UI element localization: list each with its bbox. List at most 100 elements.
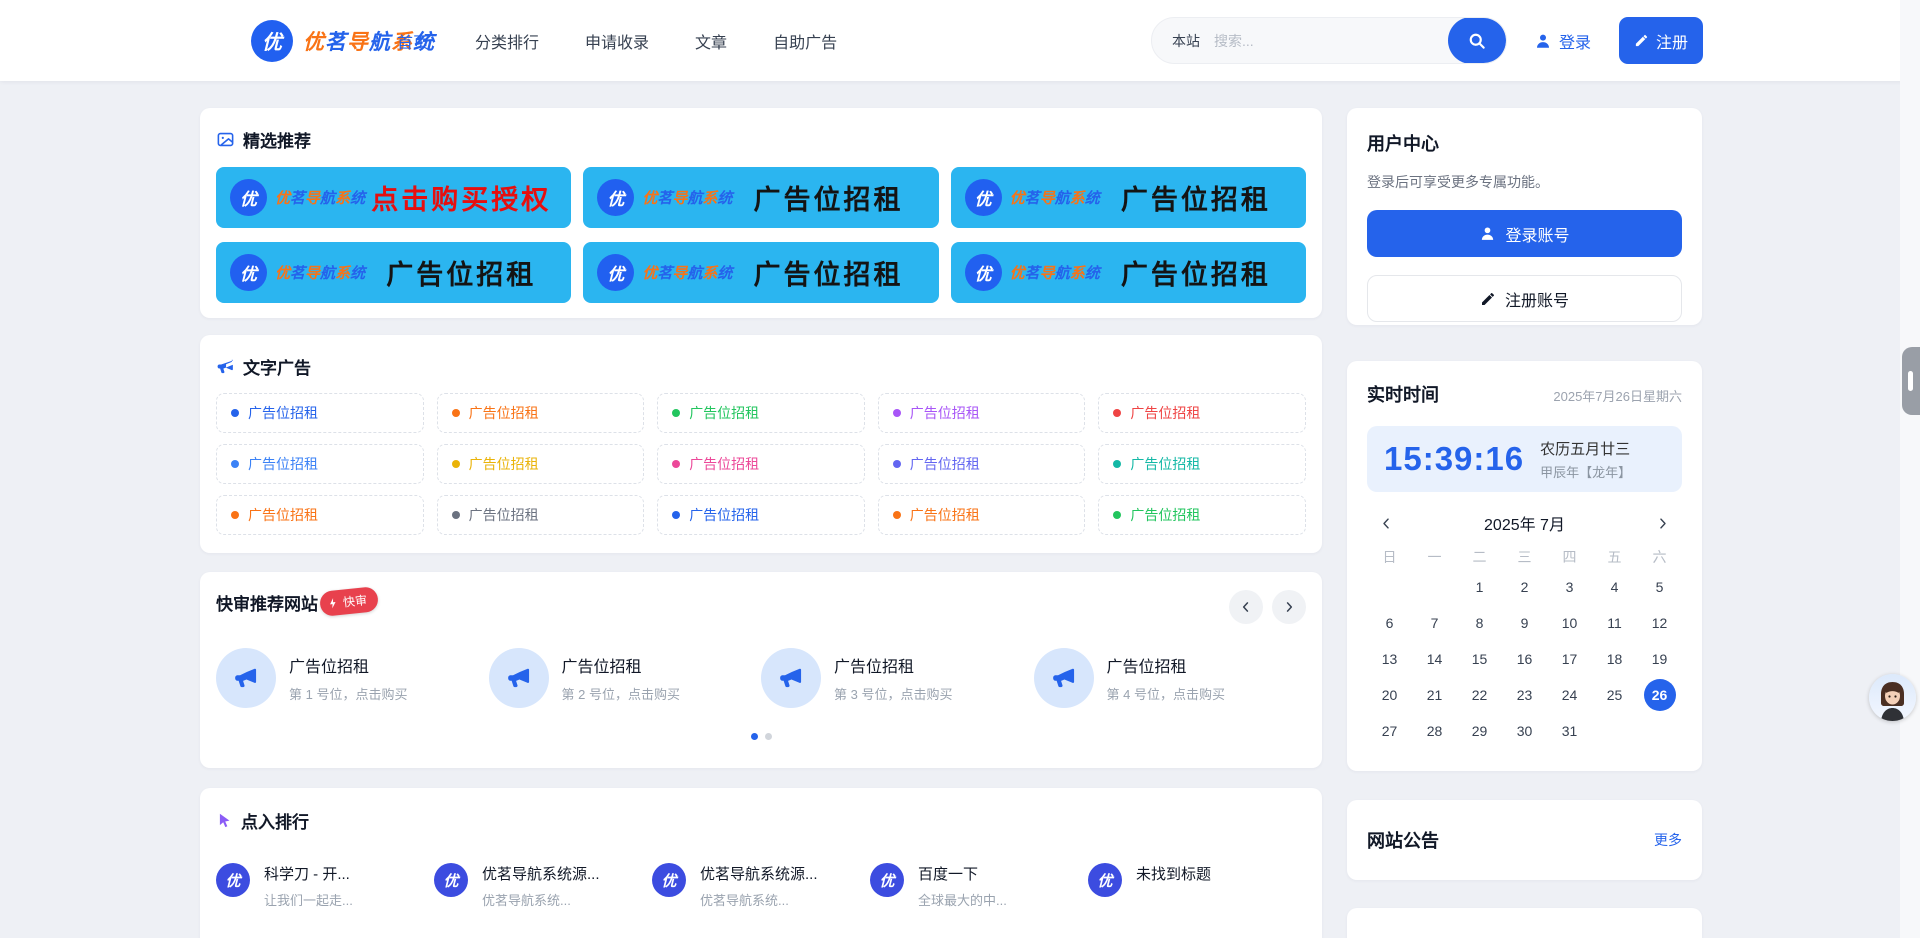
ad-banner[interactable]: 优优茗导航系统广告位招租 xyxy=(951,167,1306,228)
calendar-day[interactable]: 6 xyxy=(1367,605,1412,641)
rank-item[interactable]: 优优茗导航系统源...优茗导航系统... xyxy=(434,863,652,909)
calendar-day[interactable]: 31 xyxy=(1547,713,1592,749)
calendar-day[interactable]: 1 xyxy=(1457,569,1502,605)
calendar-day[interactable]: 23 xyxy=(1502,677,1547,713)
calendar-day[interactable]: 4 xyxy=(1592,569,1637,605)
text-ad-item[interactable]: 广告位招租 xyxy=(1098,444,1306,484)
rank-item[interactable]: 优科学刀 - 开...让我们一起走... xyxy=(216,863,434,909)
text-ad-item[interactable]: 广告位招租 xyxy=(216,495,424,535)
text-ad-item[interactable]: 广告位招租 xyxy=(437,444,645,484)
calendar-day[interactable]: 22 xyxy=(1457,677,1502,713)
calendar-day[interactable]: 21 xyxy=(1412,677,1457,713)
nav-item-自助广告[interactable]: 自助广告 xyxy=(773,29,837,53)
click-rank-section: 点入排行 优科学刀 - 开...让我们一起走...优优茗导航系统源...优茗导航… xyxy=(200,788,1322,938)
text-ad-item[interactable]: 广告位招租 xyxy=(657,444,865,484)
calendar-day[interactable]: 5 xyxy=(1637,569,1682,605)
assistant-mascot[interactable] xyxy=(1869,674,1916,721)
text-ad-item[interactable]: 广告位招租 xyxy=(216,393,424,433)
calendar-day[interactable]: 10 xyxy=(1547,605,1592,641)
site-logo-icon: 优 xyxy=(434,863,468,897)
calendar-day[interactable]: 14 xyxy=(1412,641,1457,677)
text-ad-label: 广告位招租 xyxy=(910,454,980,474)
calendar-month-label: 2025年 7月 xyxy=(1484,511,1565,535)
text-ad-item[interactable]: 广告位招租 xyxy=(657,393,865,433)
calendar-day-number: 13 xyxy=(1374,643,1406,675)
text-ad-label: 广告位招租 xyxy=(1130,454,1200,474)
calendar-day[interactable]: 20 xyxy=(1367,677,1412,713)
text-ad-item[interactable]: 广告位招租 xyxy=(437,495,645,535)
bullet-dot xyxy=(672,511,680,519)
text-ad-item[interactable]: 广告位招租 xyxy=(878,393,1086,433)
fast-review-item[interactable]: 广告位招租第 1 号位，点击购买 xyxy=(216,648,489,708)
login-link[interactable]: 登录 xyxy=(1534,0,1591,81)
nav-item-首页[interactable]: 首页 xyxy=(397,29,429,53)
calendar-day[interactable]: 7 xyxy=(1412,605,1457,641)
calendar-day[interactable]: 8 xyxy=(1457,605,1502,641)
nav-item-申请收录[interactable]: 申请收录 xyxy=(585,29,649,53)
text-ad-item[interactable]: 广告位招租 xyxy=(216,444,424,484)
calendar-day[interactable]: 9 xyxy=(1502,605,1547,641)
calendar-day[interactable]: 28 xyxy=(1412,713,1457,749)
brand-name: 优茗导航系统 xyxy=(1010,187,1100,208)
weekday-label: 二 xyxy=(1457,547,1502,567)
rank-item-subtitle: 优茗导航系统... xyxy=(700,890,818,909)
text-ad-item[interactable]: 广告位招租 xyxy=(878,444,1086,484)
ad-banner[interactable]: 优优茗导航系统广告位招租 xyxy=(583,242,938,303)
carousel-dot[interactable] xyxy=(751,733,758,740)
calendar-day-number: 16 xyxy=(1509,643,1541,675)
calendar-day[interactable]: 29 xyxy=(1457,713,1502,749)
ad-banner[interactable]: 优优茗导航系统点击购买授权 xyxy=(216,167,571,228)
sidebar: 用户中心 登录后可享受更多专属功能。 登录账号 注册账号 实时时间 2025年7… xyxy=(1347,108,1702,938)
calendar-day[interactable]: 26 xyxy=(1637,677,1682,713)
calendar-day[interactable]: 27 xyxy=(1367,713,1412,749)
login-account-button[interactable]: 登录账号 xyxy=(1367,210,1682,257)
rank-item[interactable]: 优百度一下全球最大的中... xyxy=(870,863,1088,909)
fast-review-item[interactable]: 广告位招租第 4 号位，点击购买 xyxy=(1034,648,1307,708)
calendar-day[interactable]: 30 xyxy=(1502,713,1547,749)
ad-banner[interactable]: 优优茗导航系统广告位招租 xyxy=(951,242,1306,303)
calendar-day[interactable]: 12 xyxy=(1637,605,1682,641)
calendar-day[interactable]: 19 xyxy=(1637,641,1682,677)
nav-item-分类排行[interactable]: 分类排行 xyxy=(475,29,539,53)
calendar-day[interactable]: 25 xyxy=(1592,677,1637,713)
rank-item-text: 科学刀 - 开...让我们一起走... xyxy=(264,863,353,909)
calendar-prev-button[interactable] xyxy=(1375,512,1398,535)
scrollbar-thumb[interactable] xyxy=(1902,347,1920,415)
carousel-dot[interactable] xyxy=(765,733,772,740)
fast-review-item-title: 广告位招租 xyxy=(562,653,680,677)
rank-item[interactable]: 优优茗导航系统源...优茗导航系统... xyxy=(652,863,870,909)
ad-banner[interactable]: 优优茗导航系统广告位招租 xyxy=(216,242,571,303)
carousel-next-button[interactable] xyxy=(1272,590,1306,624)
calendar-day[interactable]: 13 xyxy=(1367,641,1412,677)
register-account-button[interactable]: 注册账号 xyxy=(1367,275,1682,322)
calendar-next-button[interactable] xyxy=(1651,512,1674,535)
search-input[interactable] xyxy=(1214,18,1448,63)
calendar-day[interactable]: 15 xyxy=(1457,641,1502,677)
fast-review-item[interactable]: 广告位招租第 3 号位，点击购买 xyxy=(761,648,1034,708)
notice-more-link[interactable]: 更多 xyxy=(1654,830,1682,850)
register-button[interactable]: 注册 xyxy=(1619,17,1703,64)
text-ad-item[interactable]: 广告位招租 xyxy=(1098,393,1306,433)
fast-review-item[interactable]: 广告位招租第 2 号位，点击购买 xyxy=(489,648,762,708)
calendar-day[interactable]: 2 xyxy=(1502,569,1547,605)
search-button[interactable] xyxy=(1448,17,1506,64)
text-ad-item[interactable]: 广告位招租 xyxy=(657,495,865,535)
search-scope-select[interactable]: 本站 xyxy=(1152,31,1214,51)
rank-item[interactable]: 优未找到标题 xyxy=(1088,863,1306,909)
calendar-day[interactable]: 11 xyxy=(1592,605,1637,641)
carousel-prev-button[interactable] xyxy=(1229,590,1263,624)
calendar-day[interactable]: 16 xyxy=(1502,641,1547,677)
calendar-day[interactable]: 18 xyxy=(1592,641,1637,677)
calendar-day[interactable]: 24 xyxy=(1547,677,1592,713)
text-ad-item[interactable]: 广告位招租 xyxy=(1098,495,1306,535)
chevron-right-icon xyxy=(1655,516,1670,531)
calendar-day-number: 21 xyxy=(1419,679,1451,711)
nav-item-文章[interactable]: 文章 xyxy=(695,29,727,53)
text-ad-label: 广告位招租 xyxy=(1130,505,1200,525)
text-ad-item[interactable]: 广告位招租 xyxy=(437,393,645,433)
calendar-day[interactable]: 3 xyxy=(1547,569,1592,605)
calendar-day[interactable]: 17 xyxy=(1547,641,1592,677)
scrollbar-track[interactable] xyxy=(1900,0,1920,938)
ad-banner[interactable]: 优优茗导航系统广告位招租 xyxy=(583,167,938,228)
text-ad-item[interactable]: 广告位招租 xyxy=(878,495,1086,535)
